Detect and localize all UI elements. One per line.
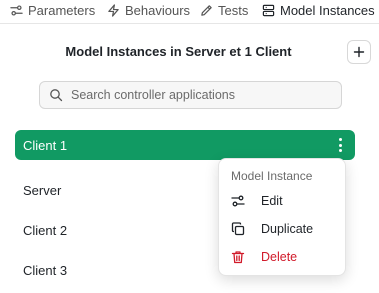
tab-label: Behaviours	[125, 3, 191, 18]
menu-header: Model Instance	[231, 169, 313, 183]
sliders-icon	[10, 5, 23, 16]
list-item-label: Client 3	[23, 262, 68, 278]
page-title: Model Instances in Server et 1 Client	[65, 44, 292, 59]
context-menu: Model Instance Edit Duplicate Delete	[218, 158, 346, 276]
menu-item-edit[interactable]: Edit	[219, 187, 345, 215]
pencil-icon	[201, 5, 212, 16]
tab-behaviours[interactable]: Behaviours	[107, 0, 190, 24]
list-item-label: Client 1	[23, 137, 68, 153]
tab-bar: Parameters Behaviours Tests Model Instan…	[0, 0, 379, 24]
list-item-client-1[interactable]: Client 1	[15, 130, 355, 160]
copy-icon	[231, 222, 245, 236]
panel-header: Model Instances in Server et 1 Client	[0, 40, 379, 64]
list-item-label: Client 2	[23, 222, 68, 238]
tab-tests[interactable]: Tests	[200, 0, 248, 24]
more-options-icon[interactable]	[335, 138, 345, 152]
bolt-icon	[108, 4, 119, 17]
menu-item-duplicate[interactable]: Duplicate	[219, 215, 345, 243]
search-icon	[50, 89, 63, 102]
plus-icon	[353, 46, 365, 58]
tab-label: Tests	[218, 3, 249, 18]
search-box	[39, 81, 342, 109]
server-icon	[262, 4, 275, 17]
tab-model-instances[interactable]: Model Instances	[262, 0, 375, 24]
tab-label: Model Instances	[280, 3, 375, 18]
menu-item-label: Duplicate	[261, 222, 314, 236]
list-item-label: Server	[23, 182, 62, 198]
sliders-icon	[231, 195, 245, 207]
menu-item-label: Delete	[261, 250, 298, 264]
tab-label: Parameters	[28, 3, 96, 18]
tab-parameters[interactable]: Parameters	[10, 0, 95, 24]
search-input[interactable]	[71, 88, 321, 102]
menu-item-label: Edit	[261, 194, 283, 208]
trash-icon	[231, 251, 245, 264]
menu-item-delete[interactable]: Delete	[219, 243, 345, 271]
add-instance-button[interactable]	[347, 40, 371, 64]
